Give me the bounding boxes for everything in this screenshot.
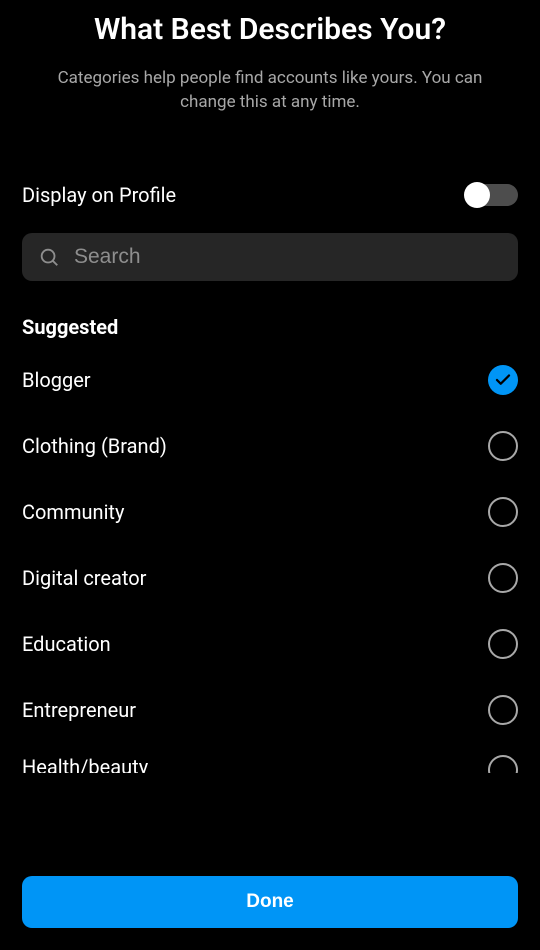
footer: Done [0,864,540,950]
page-subtitle: Categories help people find accounts lik… [20,67,520,115]
display-on-profile-toggle[interactable] [466,184,518,206]
category-item-partial[interactable]: Health/beauty [22,743,518,773]
category-label: Digital creator [22,566,146,590]
display-on-profile-label: Display on Profile [22,183,176,207]
category-item-community[interactable]: Community [22,479,518,545]
toggle-knob [464,182,490,208]
radio-unselected[interactable] [488,629,518,659]
suggested-heading: Suggested [22,315,518,339]
category-item-digital-creator[interactable]: Digital creator [22,545,518,611]
category-label: Education [22,632,111,656]
category-label: Clothing (Brand) [22,434,167,458]
radio-selected[interactable] [488,365,518,395]
radio-unselected[interactable] [488,755,518,773]
page-header: What Best Describes You? Categories help… [0,0,540,115]
category-list: Blogger Clothing (Brand) Community Digit… [22,347,518,773]
category-item-entrepreneur[interactable]: Entrepreneur [22,677,518,743]
radio-unselected[interactable] [488,563,518,593]
radio-unselected[interactable] [488,497,518,527]
radio-unselected[interactable] [488,695,518,725]
category-label: Entrepreneur [22,698,136,722]
search-input[interactable] [74,245,502,269]
content-area: Display on Profile Suggested Blogger Clo… [0,183,540,773]
category-label: Blogger [22,368,91,392]
search-box[interactable] [22,233,518,281]
category-label: Health/beauty [22,755,148,773]
category-label: Community [22,500,124,524]
page-title: What Best Describes You? [20,10,520,49]
category-item-blogger[interactable]: Blogger [22,347,518,413]
done-button[interactable]: Done [22,876,518,928]
radio-unselected[interactable] [488,431,518,461]
category-item-education[interactable]: Education [22,611,518,677]
category-item-clothing-brand[interactable]: Clothing (Brand) [22,413,518,479]
display-on-profile-row: Display on Profile [22,183,518,207]
search-icon [38,246,60,268]
